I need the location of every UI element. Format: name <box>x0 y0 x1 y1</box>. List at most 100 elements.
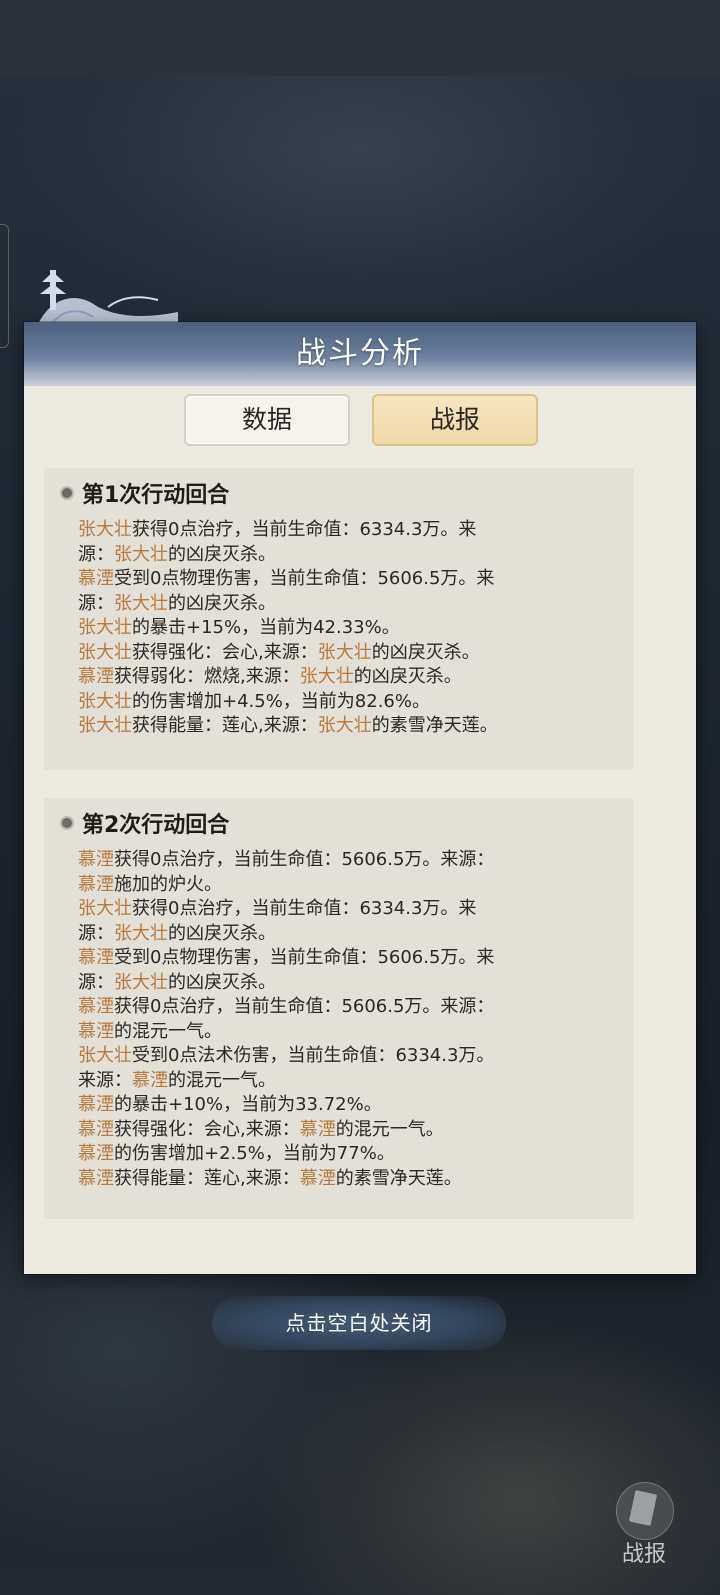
log-text: 的混元一气。 <box>168 1069 276 1091</box>
panel-title: 战斗分析 <box>296 336 424 371</box>
log-text: 来源： <box>78 1069 132 1091</box>
log-line: 来源：慕湮的混元一气。 <box>78 1069 634 1094</box>
log-text: 获得强化：会心,来源： <box>114 1118 300 1140</box>
character-name: 张大壮 <box>317 641 372 663</box>
log-line: 张大壮受到0点法术伤害，当前生命值：6334.3万。 <box>78 1044 634 1069</box>
round-title: 第1次行动回合 <box>82 483 230 508</box>
left-edge-tab[interactable] <box>0 224 9 348</box>
log-text: 的混元一气。 <box>335 1118 444 1140</box>
round-bullet-icon <box>60 486 74 500</box>
log-text: 受到0点法术伤害，当前生命值：6334.3万。 <box>132 1045 495 1066</box>
round-section-1: 第1次行动回合 张大壮获得0点治疗，当前生命值：6334.3万。来 源：张大壮的凶… <box>44 468 634 770</box>
character-name: 慕湮 <box>299 1167 336 1189</box>
log-text: 受到0点物理伤害，当前生命值：5606.5万。来 <box>114 568 495 589</box>
log-text: 的凶戾灭杀。 <box>371 641 480 663</box>
character-name: 张大壮 <box>114 922 168 944</box>
log-text: 的混元一气。 <box>114 1020 222 1042</box>
log-text: 的暴击+10%，当前为33.72%。 <box>114 1094 382 1115</box>
log-text: 获得0点治疗，当前生命值：5606.5万。来源： <box>114 849 495 870</box>
top-status-bar <box>0 0 720 76</box>
log-line: 慕湮获得弱化：燃烧,来源：张大壮的凶戾灭杀。 <box>78 665 634 690</box>
character-name: 慕湮 <box>78 568 114 589</box>
round-section-2: 第2次行动回合 慕湮获得0点治疗，当前生命值：5606.5万。来源： 慕湮施加的炉… <box>44 798 634 1219</box>
log-line: 源：张大壮的凶戾灭杀。 <box>78 922 634 947</box>
log-line: 张大壮获得强化：会心,来源：张大壮的凶戾灭杀。 <box>78 641 634 666</box>
character-name: 张大壮 <box>78 617 132 638</box>
log-text: 获得能量：莲心,来源： <box>132 715 318 736</box>
character-name: 张大壮 <box>78 1045 132 1066</box>
tab-data[interactable]: 数据 <box>184 394 350 446</box>
tab-report[interactable]: 战报 <box>372 394 538 446</box>
log-line: 慕湮的暴击+10%，当前为33.72%。 <box>78 1093 634 1118</box>
log-text: 施加的炉火。 <box>114 873 222 895</box>
character-name: 慕湮 <box>132 1069 168 1091</box>
close-hint-button[interactable]: 点击空白处关闭 <box>212 1296 506 1350</box>
character-name: 张大壮 <box>114 971 168 993</box>
log-text: 的凶戾灭杀。 <box>168 592 276 614</box>
log-text: 的凶戾灭杀。 <box>353 666 462 687</box>
character-name: 张大壮 <box>78 641 132 663</box>
log-line: 张大壮获得0点治疗，当前生命值：6334.3万。来 <box>78 897 634 922</box>
round-header: 第2次行动回合 <box>60 804 634 842</box>
log-line: 慕湮获得0点治疗，当前生命值：5606.5万。来源： <box>78 995 634 1020</box>
log-text: 获得能量：莲心,来源： <box>114 1167 300 1189</box>
log-text: 源： <box>78 922 114 944</box>
character-name: 慕湮 <box>78 849 114 870</box>
round-log-lines: 慕湮获得0点治疗，当前生命值：5606.5万。来源： 慕湮施加的炉火。 张大壮获得0… <box>78 848 634 1191</box>
log-line: 张大壮获得能量：莲心,来源：张大壮的素雪净天莲。 <box>78 714 634 739</box>
log-line: 慕湮获得0点治疗，当前生命值：5606.5万。来源： <box>78 848 634 873</box>
character-name: 张大壮 <box>317 715 372 736</box>
log-line: 源：张大壮的凶戾灭杀。 <box>78 592 634 617</box>
log-line: 张大壮的伤害增加+4.5%，当前为82.6%。 <box>78 690 634 715</box>
character-name: 慕湮 <box>78 1143 114 1164</box>
log-line: 源：张大壮的凶戾灭杀。 <box>78 543 634 568</box>
character-name: 张大壮 <box>114 592 168 614</box>
log-line: 源：张大壮的凶戾灭杀。 <box>78 971 634 996</box>
character-name: 张大壮 <box>78 715 132 736</box>
log-text: 的伤害增加+4.5%，当前为82.6%。 <box>132 690 430 712</box>
log-line: 张大壮的暴击+15%，当前为42.33%。 <box>78 616 634 641</box>
character-name: 慕湮 <box>78 947 114 968</box>
character-name: 张大壮 <box>114 543 168 565</box>
log-text: 获得0点治疗，当前生命值：6334.3万。来 <box>132 519 477 540</box>
character-name: 慕湮 <box>78 1094 114 1115</box>
log-text: 的素雪净天莲。 <box>371 715 498 736</box>
log-text: 获得0点治疗，当前生命值：6334.3万。来 <box>132 898 477 919</box>
character-name: 慕湮 <box>78 1118 114 1140</box>
log-text: 获得强化：会心,来源： <box>132 641 318 663</box>
log-line: 慕湮受到0点物理伤害，当前生命值：5606.5万。来 <box>78 946 634 971</box>
log-line: 张大壮获得0点治疗，当前生命值：6334.3万。来 <box>78 518 634 543</box>
panel-header: 战斗分析 <box>24 322 696 386</box>
character-name: 慕湮 <box>299 1118 336 1140</box>
character-name: 张大壮 <box>78 690 132 712</box>
log-text: 源： <box>78 592 114 614</box>
round-header: 第1次行动回合 <box>60 474 634 512</box>
round-title: 第2次行动回合 <box>82 813 230 838</box>
log-text: 获得弱化：燃烧,来源： <box>114 666 300 687</box>
log-text: 的暴击+15%，当前为42.33%。 <box>132 617 400 638</box>
round-log-lines: 张大壮获得0点治疗，当前生命值：6334.3万。来 源：张大壮的凶戾灭杀。 慕湮受到… <box>78 518 634 739</box>
log-line: 慕湮获得强化：会心,来源：慕湮的混元一气。 <box>78 1118 634 1143</box>
log-text: 的凶戾灭杀。 <box>168 971 276 993</box>
round-bullet-icon <box>60 816 74 830</box>
character-name: 张大壮 <box>78 898 132 919</box>
log-text: 的凶戾灭杀。 <box>168 922 276 944</box>
log-line: 慕湮施加的炉火。 <box>78 873 634 898</box>
log-text: 获得0点治疗，当前生命值：5606.5万。来源： <box>114 996 495 1017</box>
character-name: 慕湮 <box>78 873 114 895</box>
character-name: 慕湮 <box>78 996 114 1017</box>
log-text: 受到0点物理伤害，当前生命值：5606.5万。来 <box>114 947 495 968</box>
character-name: 慕湮 <box>78 1020 114 1042</box>
log-line: 慕湮的混元一气。 <box>78 1020 634 1045</box>
character-name: 张大壮 <box>299 666 354 687</box>
character-name: 慕湮 <box>78 1167 114 1189</box>
log-text: 的凶戾灭杀。 <box>168 543 276 565</box>
log-text: 源： <box>78 971 114 993</box>
battle-report-label: 战报 <box>621 1542 666 1567</box>
log-line: 慕湮获得能量：莲心,来源：慕湮的素雪净天莲。 <box>78 1167 634 1192</box>
character-name: 慕湮 <box>78 666 114 687</box>
log-text: 源： <box>78 543 114 565</box>
log-text: 的伤害增加+2.5%，当前为77%。 <box>114 1143 395 1164</box>
log-line: 慕湮受到0点物理伤害，当前生命值：5606.5万。来 <box>78 567 634 592</box>
battle-report-button[interactable]: 战报 <box>612 1482 676 1578</box>
